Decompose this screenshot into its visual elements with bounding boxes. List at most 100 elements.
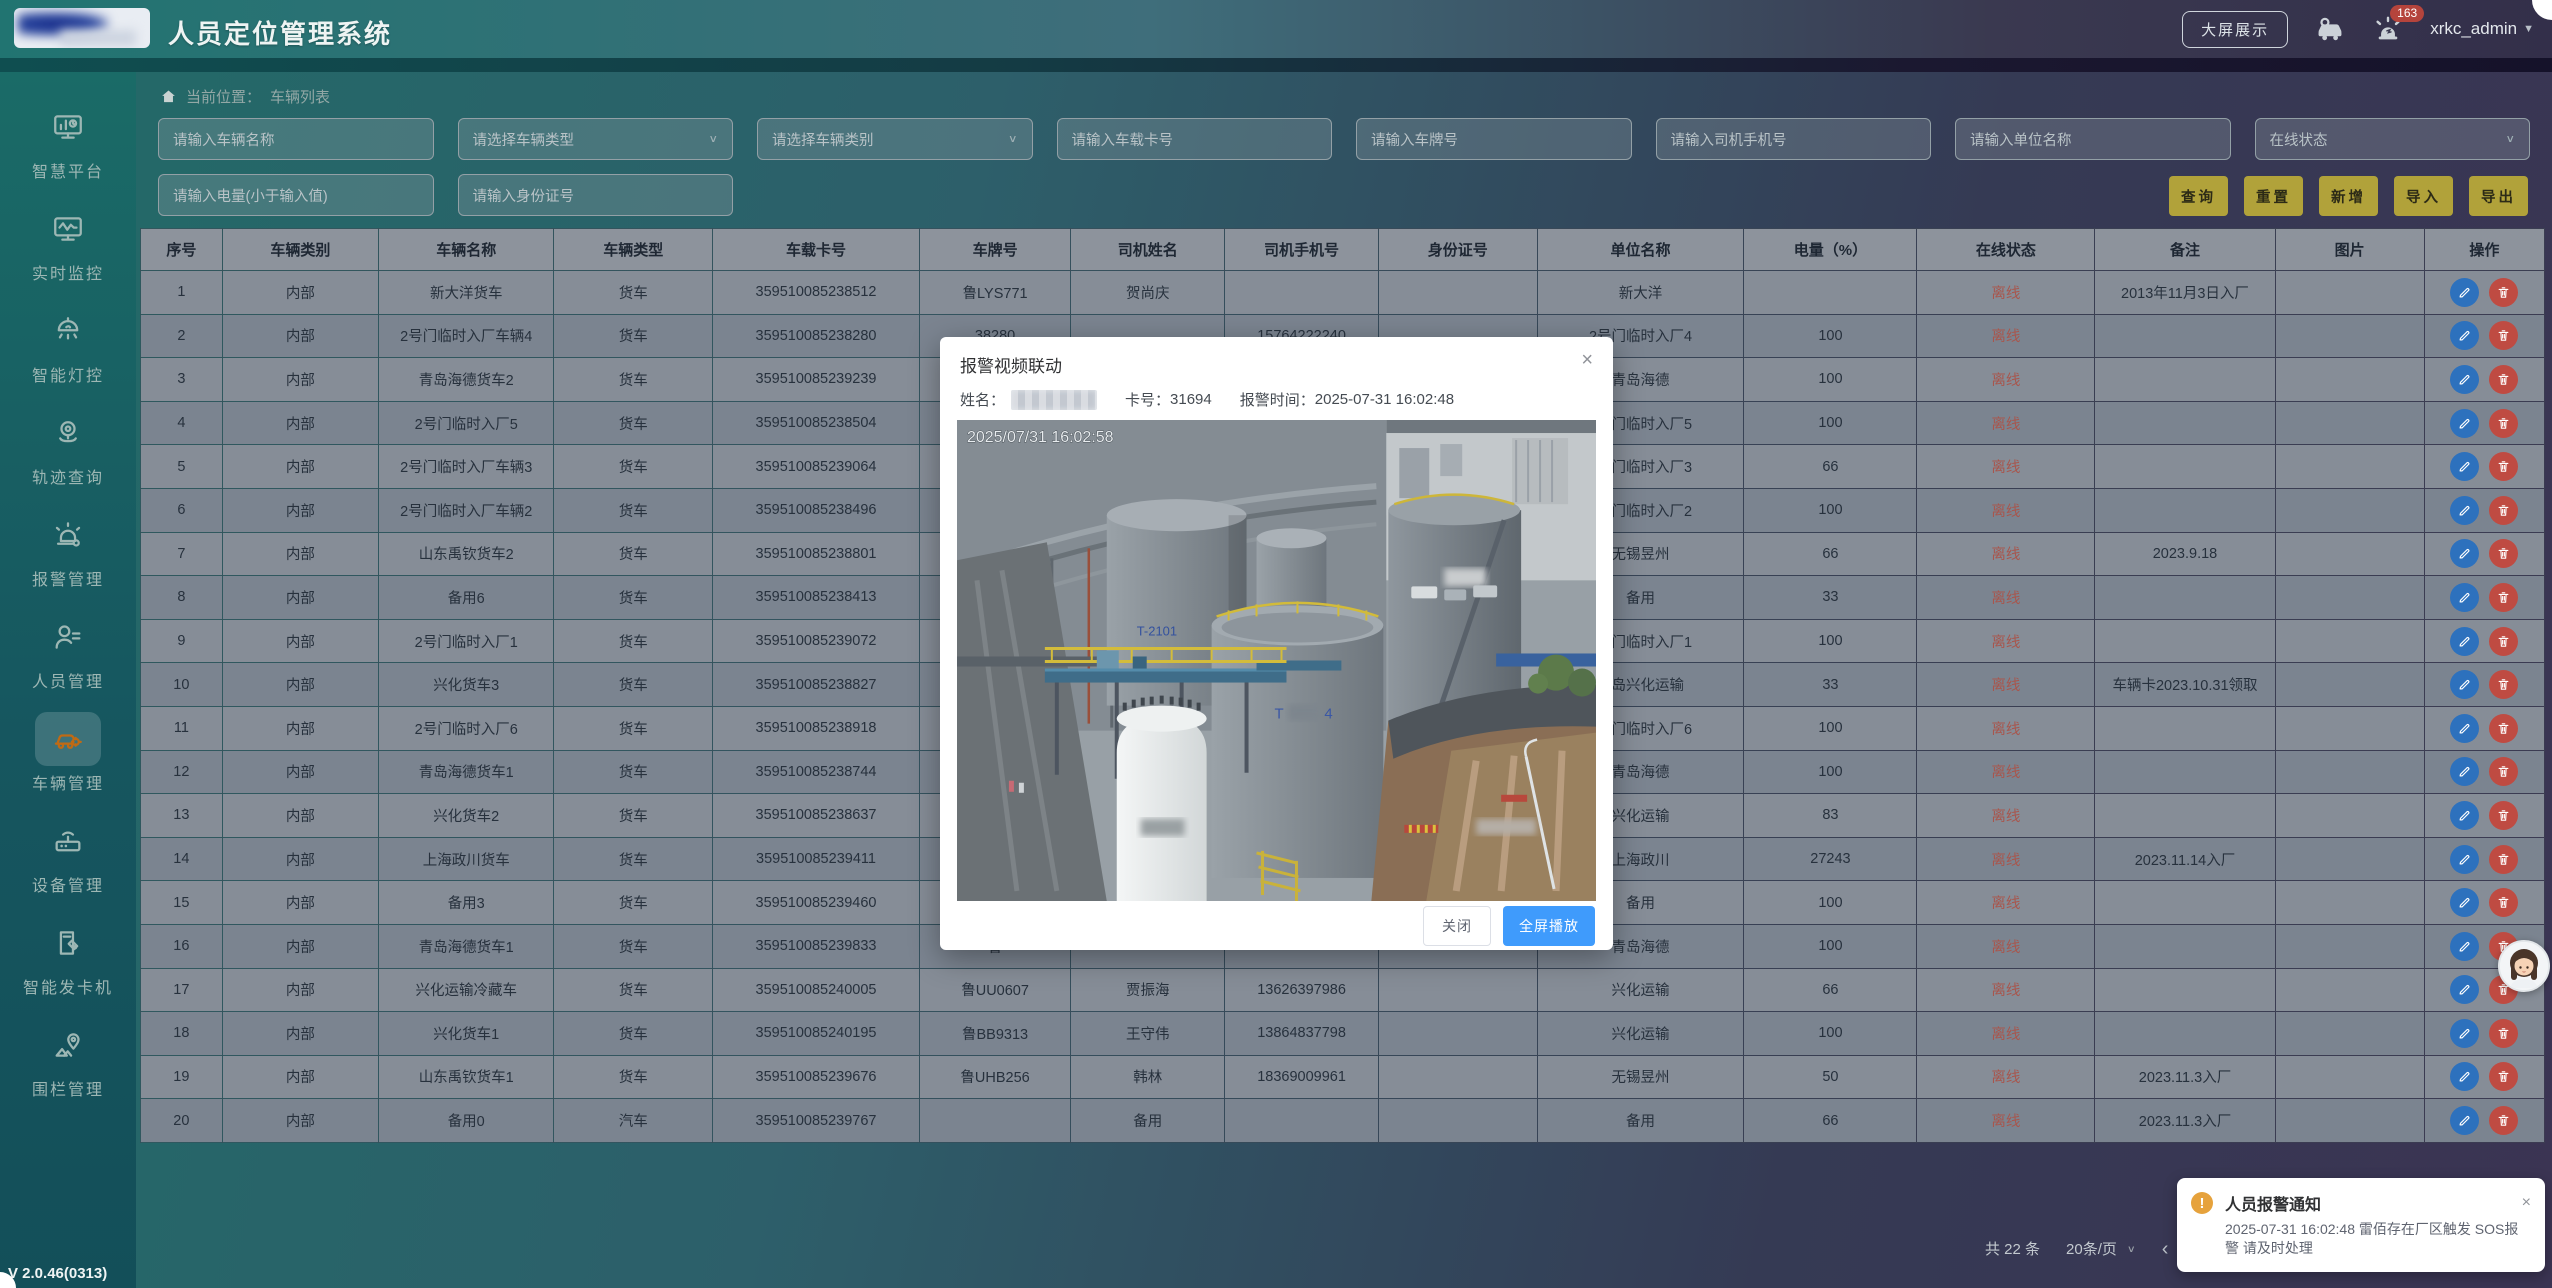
table-cell: 离线 bbox=[1917, 401, 2095, 445]
delete-button[interactable] bbox=[2489, 714, 2518, 743]
vehicle-monitor-icon[interactable] bbox=[2314, 13, 2346, 45]
edit-button[interactable] bbox=[2450, 670, 2479, 699]
header-divider-strip bbox=[0, 58, 2552, 72]
delete-button[interactable] bbox=[2489, 1062, 2518, 1091]
add-button[interactable]: 新增 bbox=[2319, 176, 2378, 216]
sidebar-item-fence[interactable]: 围栏管理 bbox=[8, 1018, 128, 1100]
edit-button[interactable] bbox=[2450, 539, 2479, 568]
prev-page-button[interactable]: ‹ bbox=[2162, 1239, 2169, 1259]
delete-button[interactable] bbox=[2489, 321, 2518, 350]
filter-plate-no[interactable]: 请输入车牌号 bbox=[1356, 118, 1632, 160]
edit-button[interactable] bbox=[2450, 583, 2479, 612]
delete-button[interactable] bbox=[2489, 1106, 2518, 1135]
filter-vehicle-type[interactable]: 请选择车辆类型∨ bbox=[458, 118, 734, 160]
delete-button[interactable] bbox=[2489, 888, 2518, 917]
user-menu[interactable]: xrkc_admin ▼ bbox=[2430, 19, 2534, 39]
sidebar-item-track[interactable]: 轨迹查询 bbox=[8, 406, 128, 488]
table-cell-ops bbox=[2424, 358, 2544, 402]
edit-button[interactable] bbox=[2450, 452, 2479, 481]
edit-button[interactable] bbox=[2450, 757, 2479, 786]
query-button[interactable]: 查询 bbox=[2169, 176, 2228, 216]
export-button[interactable]: 导出 bbox=[2469, 176, 2528, 216]
edit-button[interactable] bbox=[2450, 409, 2479, 438]
cctv-video-frame[interactable]: T-2101 T 4 bbox=[957, 420, 1596, 901]
table-cell: 359510085239460 bbox=[713, 881, 920, 925]
fullscreen-play-button[interactable]: 全屏播放 bbox=[1503, 906, 1595, 946]
close-icon[interactable]: × bbox=[1581, 350, 1593, 377]
modal-close-button[interactable]: 关闭 bbox=[1423, 906, 1491, 946]
table-cell bbox=[1378, 1055, 1537, 1099]
filter-unit-name[interactable]: 请输入单位名称 bbox=[1955, 118, 2231, 160]
table-cell: 2023.11.3入厂 bbox=[2095, 1055, 2275, 1099]
sidebar-item-platform[interactable]: 智慧平台 bbox=[8, 100, 128, 182]
filter-battery[interactable]: 请输入电量(小于输入值) bbox=[158, 174, 434, 216]
delete-button[interactable] bbox=[2489, 845, 2518, 874]
edit-button[interactable] bbox=[2450, 888, 2479, 917]
svg-text:T-2101: T-2101 bbox=[1137, 623, 1177, 638]
edit-button[interactable] bbox=[2450, 1062, 2479, 1091]
delete-button[interactable] bbox=[2489, 801, 2518, 830]
edit-button[interactable] bbox=[2450, 845, 2479, 874]
edit-button[interactable] bbox=[2450, 321, 2479, 350]
table-cell: 离线 bbox=[1917, 837, 2095, 881]
close-icon[interactable]: × bbox=[2522, 1195, 2531, 1211]
delete-button[interactable] bbox=[2489, 365, 2518, 394]
big-screen-button[interactable]: 大屏展示 bbox=[2182, 11, 2288, 48]
edit-button[interactable] bbox=[2450, 496, 2479, 525]
edit-button[interactable] bbox=[2450, 932, 2479, 961]
sidebar-item-monitor[interactable]: 实时监控 bbox=[8, 202, 128, 284]
edit-button[interactable] bbox=[2450, 801, 2479, 830]
table-cell: 离线 bbox=[1917, 1055, 2095, 1099]
table-cell bbox=[2275, 1012, 2424, 1056]
delete-button[interactable] bbox=[2489, 1019, 2518, 1048]
filter-id-card[interactable]: 请输入身份证号 bbox=[458, 174, 734, 216]
sidebar-item-light[interactable]: 智能灯控 bbox=[8, 304, 128, 386]
table-cell: 3 bbox=[141, 358, 223, 402]
table-cell: 2 bbox=[141, 314, 223, 358]
edit-button[interactable] bbox=[2450, 714, 2479, 743]
delete-button[interactable] bbox=[2489, 409, 2518, 438]
edit-button[interactable] bbox=[2450, 1106, 2479, 1135]
delete-button[interactable] bbox=[2489, 757, 2518, 786]
delete-button[interactable] bbox=[2489, 278, 2518, 307]
table-cell bbox=[2095, 706, 2275, 750]
sidebar-item-alarm[interactable]: 报警管理 bbox=[8, 508, 128, 590]
table-cell: 66 bbox=[1744, 1099, 1917, 1143]
device-icon bbox=[35, 814, 101, 868]
table-cell: 359510085238801 bbox=[713, 532, 920, 576]
page-size-select[interactable]: 20条/页 ∨ bbox=[2066, 1238, 2136, 1259]
reset-button[interactable]: 重置 bbox=[2244, 176, 2303, 216]
sidebar-item-vehicle[interactable]: 车辆管理 bbox=[8, 712, 128, 794]
edit-button[interactable] bbox=[2450, 975, 2479, 1004]
table-cell: 备用 bbox=[1071, 1099, 1225, 1143]
table-cell bbox=[1378, 271, 1537, 315]
delete-button[interactable] bbox=[2489, 452, 2518, 481]
filter-online-status[interactable]: 在线状态∨ bbox=[2255, 118, 2531, 160]
sidebar-item-device[interactable]: 设备管理 bbox=[8, 814, 128, 896]
table-cell: 19 bbox=[141, 1055, 223, 1099]
delete-button[interactable] bbox=[2489, 496, 2518, 525]
import-button[interactable]: 导入 bbox=[2394, 176, 2453, 216]
edit-button[interactable] bbox=[2450, 627, 2479, 656]
sidebar-item-person[interactable]: 人员管理 bbox=[8, 610, 128, 692]
alarm-bell-icon[interactable]: 163 bbox=[2372, 13, 2404, 45]
filter-card-no[interactable]: 请输入车载卡号 bbox=[1057, 118, 1333, 160]
edit-button[interactable] bbox=[2450, 1019, 2479, 1048]
filter-vehicle-category[interactable]: 请选择车辆类别∨ bbox=[757, 118, 1033, 160]
table-cell: 备用6 bbox=[378, 576, 553, 620]
delete-button[interactable] bbox=[2489, 583, 2518, 612]
table-cell: 14 bbox=[141, 837, 223, 881]
filter-vehicle-name[interactable]: 请输入车辆名称 bbox=[158, 118, 434, 160]
delete-button[interactable] bbox=[2489, 670, 2518, 699]
delete-button[interactable] bbox=[2489, 627, 2518, 656]
assistant-avatar[interactable] bbox=[2498, 940, 2550, 992]
filter-driver-phone[interactable]: 请输入司机手机号 bbox=[1656, 118, 1932, 160]
table-cell: 6 bbox=[141, 488, 223, 532]
edit-button[interactable] bbox=[2450, 365, 2479, 394]
sidebar-item-card[interactable]: 智能发卡机 bbox=[8, 916, 128, 998]
edit-button[interactable] bbox=[2450, 278, 2479, 307]
page-size-value: 20条/页 bbox=[2066, 1238, 2117, 1259]
table-cell: 359510085238512 bbox=[713, 271, 920, 315]
delete-button[interactable] bbox=[2489, 539, 2518, 568]
table-row: 1内部新大洋货车货车359510085238512鲁LYS771贺尚庆新大洋离线… bbox=[141, 271, 2545, 315]
